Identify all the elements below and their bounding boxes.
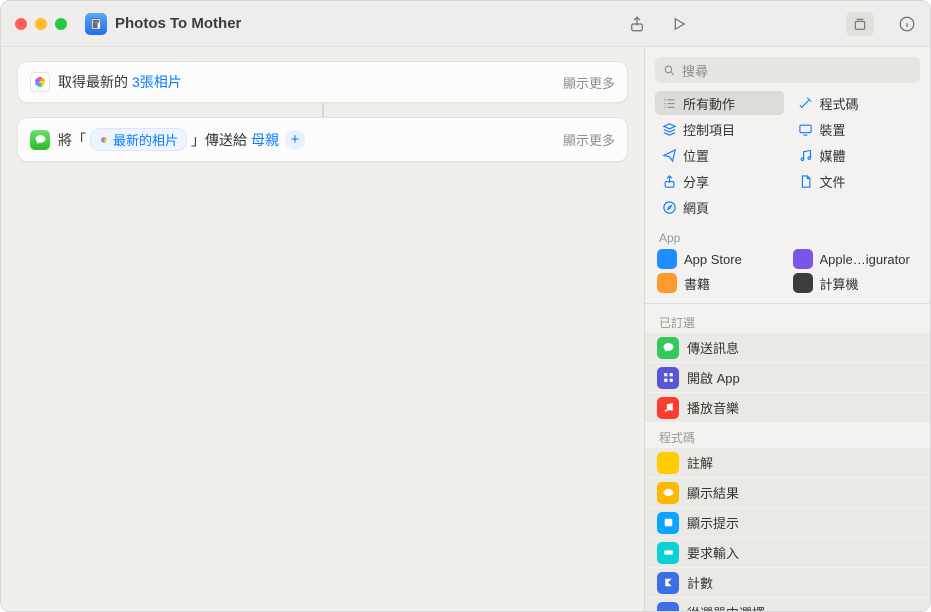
menu-icon	[657, 602, 679, 612]
app-icon	[793, 249, 813, 269]
pinned-section-label: 已訂選	[645, 308, 930, 333]
search-icon	[663, 64, 676, 77]
bubble-icon	[657, 337, 679, 359]
photos-variable-icon	[99, 135, 109, 145]
navigate-icon	[661, 147, 677, 163]
photos-app-icon	[30, 72, 50, 92]
input-icon	[657, 542, 679, 564]
shortcut-icon	[85, 13, 107, 35]
action-connector	[322, 103, 324, 117]
action-row[interactable]: 播放音樂	[645, 393, 930, 423]
add-recipient-button[interactable]: +	[285, 130, 305, 150]
action-get-latest-photos[interactable]: 取得最新的 3張相片 顯示更多	[17, 61, 628, 103]
category-devices[interactable]: 裝置	[792, 117, 921, 141]
action-row[interactable]: 顯示提示	[645, 508, 930, 538]
action-row[interactable]: 從選單中選擇	[645, 598, 930, 611]
action-row[interactable]: 顯示結果	[645, 478, 930, 508]
category-all[interactable]: 所有動作	[655, 91, 784, 115]
category-docs[interactable]: 文件	[792, 169, 921, 193]
divider	[645, 303, 930, 304]
action-row[interactable]: 計數	[645, 568, 930, 598]
app-icon	[657, 273, 677, 293]
action-text: 將「	[58, 130, 86, 150]
variable-latest-photos[interactable]: 最新的相片	[90, 128, 187, 151]
app-item[interactable]: 計算機	[793, 273, 919, 293]
sigma-icon	[657, 572, 679, 594]
app-icon	[657, 249, 677, 269]
fullscreen-window-button[interactable]	[55, 18, 67, 30]
action-row[interactable]: 傳送訊息	[645, 333, 930, 363]
library-toggle-button[interactable]	[846, 12, 874, 36]
category-location[interactable]: 位置	[655, 143, 784, 167]
category-share[interactable]: 分享	[655, 169, 784, 193]
shortcuts-editor-window: Photos To Mother 取	[0, 0, 931, 612]
doc-icon	[798, 173, 814, 189]
apps-grid: App Store Apple…igurator 書籍計算機	[645, 247, 930, 299]
search-placeholder: 搜尋	[682, 61, 708, 80]
square-icon	[657, 512, 679, 534]
display-icon	[798, 121, 814, 137]
action-row[interactable]: 開啟 App	[645, 363, 930, 393]
category-web[interactable]: 網頁	[655, 195, 784, 219]
workflow-editor[interactable]: 取得最新的 3張相片 顯示更多 將「 最新的相片 」傳送給 母親	[1, 47, 644, 611]
stack-icon	[661, 121, 677, 137]
app-item[interactable]: Apple…igurator	[793, 249, 919, 269]
share-icon	[661, 173, 677, 189]
window-controls	[15, 18, 67, 30]
action-text: 取得最新的	[58, 72, 128, 92]
wand-icon	[798, 95, 814, 111]
music-icon	[798, 147, 814, 163]
safari-icon	[661, 199, 677, 215]
close-window-button[interactable]	[15, 18, 27, 30]
action-text: 」傳送給	[191, 130, 247, 150]
category-code[interactable]: 程式碼	[792, 91, 921, 115]
category-controls[interactable]: 控制項目	[655, 117, 784, 141]
action-row[interactable]: 要求輸入	[645, 538, 930, 568]
titlebar: Photos To Mother	[1, 1, 930, 47]
category-media[interactable]: 媒體	[792, 143, 921, 167]
app-item[interactable]: 書籍	[657, 273, 783, 293]
show-more-button[interactable]: 顯示更多	[563, 73, 615, 92]
lines-icon	[657, 452, 679, 474]
apps-section-label: App	[645, 225, 930, 247]
run-button[interactable]	[670, 15, 688, 33]
eye-icon	[657, 482, 679, 504]
actions-list: 已訂選 傳送訊息開啟 App播放音樂 程式碼 註解顯示結果顯示提示要求輸入計數從…	[645, 308, 930, 611]
action-library-sidebar: 搜尋 所有動作程式碼控制項目裝置位置媒體分享文件網頁 App App Store…	[644, 47, 930, 611]
search-field[interactable]: 搜尋	[655, 57, 920, 83]
info-button[interactable]	[898, 15, 916, 33]
minimize-window-button[interactable]	[35, 18, 47, 30]
action-row[interactable]: 註解	[645, 448, 930, 478]
scripting-section-label: 程式碼	[645, 423, 930, 448]
photo-count-token[interactable]: 3張相片	[132, 72, 182, 92]
shortcut-title: Photos To Mother	[115, 15, 241, 32]
recipient-token[interactable]: 母親	[251, 130, 279, 150]
share-button[interactable]	[628, 15, 646, 33]
category-grid: 所有動作程式碼控制項目裝置位置媒體分享文件網頁	[645, 91, 930, 225]
action-send-message[interactable]: 將「 最新的相片 」傳送給 母親 + 顯示更多	[17, 117, 628, 162]
list-icon	[661, 95, 677, 111]
app-icon	[793, 273, 813, 293]
messages-app-icon	[30, 130, 50, 150]
music-icon	[657, 397, 679, 419]
show-more-button[interactable]: 顯示更多	[563, 130, 615, 149]
grid-icon	[657, 367, 679, 389]
app-item[interactable]: App Store	[657, 249, 783, 269]
